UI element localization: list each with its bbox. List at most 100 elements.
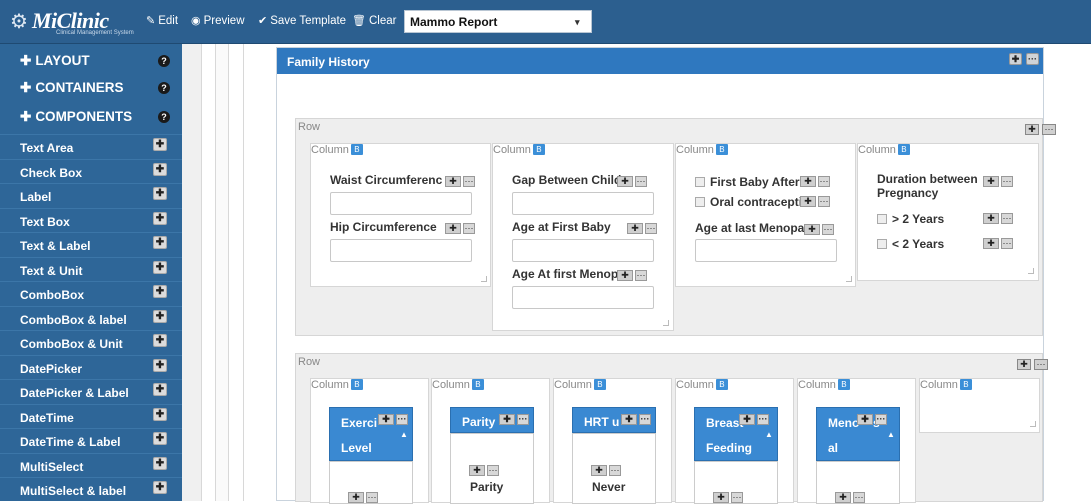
add-button[interactable]: ✚: [469, 465, 485, 476]
more-button[interactable]: ···: [1026, 53, 1039, 65]
component-item[interactable]: DateTime ✚: [0, 403, 182, 428]
component-item[interactable]: Text & Unit ✚: [0, 256, 182, 281]
add-button[interactable]: ✚: [857, 414, 873, 425]
section-layout[interactable]: ✚ LAYOUT ?: [0, 49, 182, 75]
component-item[interactable]: ComboBox ✚: [0, 281, 182, 305]
more-button[interactable]: ···: [635, 270, 647, 281]
add-component-button[interactable]: ✚: [153, 260, 167, 274]
more-button[interactable]: ···: [517, 414, 529, 425]
component-item[interactable]: Check Box ✚: [0, 158, 182, 183]
caret-up-icon[interactable]: ▲: [765, 430, 773, 439]
more-button[interactable]: ···: [645, 223, 657, 234]
caret-up-icon[interactable]: ▲: [400, 430, 408, 439]
checkbox[interactable]: [695, 197, 705, 207]
column-settings-icon[interactable]: B: [471, 379, 484, 390]
add-component-button[interactable]: ✚: [153, 456, 167, 470]
add-component-button[interactable]: ✚: [153, 187, 167, 200]
save-template-button[interactable]: ✔ Save Template: [258, 14, 346, 28]
component-item[interactable]: Text Box ✚: [0, 207, 182, 232]
component-item[interactable]: DateTime & Label ✚: [0, 428, 182, 452]
add-component-button[interactable]: ✚: [153, 236, 167, 249]
more-button[interactable]: ···: [822, 224, 834, 235]
column-settings-icon[interactable]: B: [532, 144, 545, 155]
text-input[interactable]: [695, 239, 837, 262]
add-button[interactable]: ✚: [983, 176, 999, 187]
add-button[interactable]: ✚: [445, 176, 461, 187]
add-component-button[interactable]: ✚: [153, 138, 167, 151]
column-settings-icon[interactable]: B: [715, 379, 728, 390]
text-input[interactable]: [512, 192, 654, 215]
text-input[interactable]: [512, 286, 654, 309]
resize-handle[interactable]: [1030, 421, 1036, 427]
checkbox[interactable]: [877, 239, 887, 249]
add-component-button[interactable]: ✚: [153, 285, 167, 298]
add-component-button[interactable]: ✚: [153, 358, 167, 372]
add-button[interactable]: ✚: [621, 414, 637, 425]
resize-handle[interactable]: [663, 320, 669, 326]
more-button[interactable]: ···: [1001, 238, 1013, 249]
text-input[interactable]: [512, 239, 654, 262]
help-icon[interactable]: ?: [158, 82, 170, 94]
add-component-button[interactable]: ✚: [153, 407, 167, 421]
more-button[interactable]: ···: [853, 492, 865, 503]
template-select[interactable]: Mammo Report ▾: [404, 10, 592, 33]
more-button[interactable]: ···: [1001, 213, 1013, 224]
add-button[interactable]: ✚: [1009, 53, 1022, 65]
more-button[interactable]: ···: [463, 223, 475, 234]
more-button[interactable]: ···: [875, 414, 887, 425]
add-button[interactable]: ✚: [983, 213, 999, 224]
add-button[interactable]: ✚: [835, 492, 851, 503]
column-settings-icon[interactable]: B: [593, 379, 606, 390]
caret-up-icon[interactable]: ▲: [887, 430, 895, 439]
component-item[interactable]: ComboBox & Unit ✚: [0, 330, 182, 354]
component-item[interactable]: ComboBox & label ✚: [0, 305, 182, 330]
edit-button[interactable]: ✎ Edit: [146, 14, 178, 28]
add-button[interactable]: ✚: [800, 196, 816, 207]
add-component-button[interactable]: ✚: [153, 211, 167, 225]
clear-button[interactable]: 🗑 Clear: [352, 14, 396, 28]
text-input[interactable]: [330, 239, 472, 262]
more-button[interactable]: ···: [818, 196, 830, 207]
checkbox[interactable]: [877, 214, 887, 224]
column-settings-icon[interactable]: B: [837, 379, 850, 390]
resize-handle[interactable]: [846, 276, 852, 282]
add-component-button[interactable]: ✚: [153, 162, 167, 176]
more-button[interactable]: ···: [639, 414, 651, 425]
column-settings-icon[interactable]: B: [897, 144, 910, 155]
add-button[interactable]: ✚: [627, 223, 643, 234]
add-component-button[interactable]: ✚: [153, 481, 167, 494]
add-button[interactable]: ✚: [499, 414, 515, 425]
column-settings-icon[interactable]: B: [959, 379, 972, 390]
component-item[interactable]: MultiSelect & label ✚: [0, 477, 182, 501]
add-component-button[interactable]: ✚: [153, 383, 167, 396]
add-button[interactable]: ✚: [617, 176, 633, 187]
add-button[interactable]: ✚: [591, 465, 607, 476]
add-button[interactable]: ✚: [378, 414, 394, 425]
more-button[interactable]: ···: [818, 176, 830, 187]
resize-handle[interactable]: [1028, 268, 1034, 274]
component-item[interactable]: Text Area ✚: [0, 134, 182, 158]
add-button[interactable]: ✚: [1025, 124, 1039, 135]
add-button[interactable]: ✚: [445, 223, 461, 234]
add-button[interactable]: ✚: [348, 492, 364, 503]
component-item[interactable]: DatePicker & Label ✚: [0, 379, 182, 403]
resize-handle[interactable]: [481, 276, 487, 282]
more-button[interactable]: ···: [731, 492, 743, 503]
add-button[interactable]: ✚: [1017, 359, 1031, 370]
section-containers[interactable]: ✚ CONTAINERS ?: [0, 76, 182, 102]
more-button[interactable]: ···: [366, 492, 378, 503]
component-item[interactable]: Text & Label ✚: [0, 232, 182, 256]
help-icon[interactable]: ?: [158, 111, 170, 123]
more-button[interactable]: ···: [1001, 176, 1013, 187]
more-button[interactable]: ···: [635, 176, 647, 187]
column-settings-icon[interactable]: B: [350, 379, 363, 390]
help-icon[interactable]: ?: [158, 55, 170, 67]
add-button[interactable]: ✚: [617, 270, 633, 281]
more-button[interactable]: ···: [1042, 124, 1056, 135]
more-button[interactable]: ···: [1034, 359, 1048, 370]
section-components[interactable]: ✚ COMPONENTS ?: [0, 105, 182, 131]
add-button[interactable]: ✚: [804, 224, 820, 235]
more-button[interactable]: ···: [609, 465, 621, 476]
column-settings-icon[interactable]: B: [715, 144, 728, 155]
add-component-button[interactable]: ✚: [153, 309, 167, 323]
